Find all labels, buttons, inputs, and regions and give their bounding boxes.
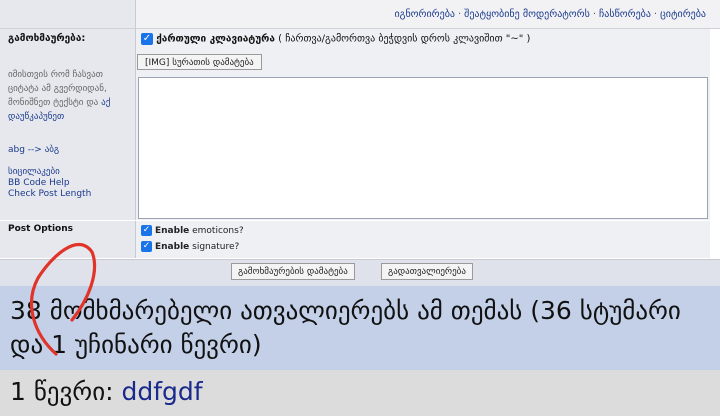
quote-hint-text: იმისთვის რომ ჩასვათ ციტატა ამ გვერდიდან,… <box>8 70 107 108</box>
ignore-link[interactable]: იგნორირება <box>394 9 455 20</box>
emoticons-checkbox[interactable]: ✓ <box>141 225 152 236</box>
insert-image-button[interactable]: [IMG] სურათის დამატება <box>137 54 262 70</box>
signature-checkbox[interactable]: ✓ <box>141 241 152 252</box>
link-separator: · <box>653 9 658 20</box>
reply-label: გამოხმაურება: <box>8 33 86 44</box>
check-post-length-link[interactable]: Check Post Length <box>8 189 91 200</box>
link-separator: · <box>592 9 597 20</box>
topbar-left-cell <box>0 0 136 28</box>
viewers-count-text: 38 მომხმარებელი ათვალიერებს ამ თემას (36… <box>10 296 681 359</box>
quote-hint: იმისთვის რომ ჩასვათ ციტატა ამ გვერდიდან,… <box>8 68 132 124</box>
submit-row <box>0 259 720 286</box>
report-moderator-link[interactable]: შეატყობინე მოდერატორს <box>464 9 590 20</box>
georgian-keyboard-label: ქართული კლავიატურა <box>156 33 275 45</box>
georgian-keyboard-checkbox[interactable]: ✓ <box>141 33 153 45</box>
georgian-keyboard-row: ✓ ქართული კლავიატურა ( ჩართვა/გამორთვა ბ… <box>141 33 530 45</box>
abg-converter-link[interactable]: abg --> აბგ <box>8 145 59 155</box>
signature-option: ✓ Enable signature? <box>141 241 239 252</box>
edit-link[interactable]: ჩასწორება <box>599 9 651 20</box>
bbcode-help-link[interactable]: BB Code Help <box>8 178 91 189</box>
post-action-links: იგნორირება · შეატყობინე მოდერატორს · ჩასწორე… <box>394 9 706 20</box>
quote-link[interactable]: ციტირება <box>660 9 706 20</box>
link-separator: · <box>457 9 462 20</box>
signature-label-bold: Enable <box>155 242 190 252</box>
members-list: 1 წევრი: ddfgdf <box>10 377 203 407</box>
members-count-label: 1 წევრი: <box>10 377 122 406</box>
post-options-label: Post Options <box>8 224 73 234</box>
emoticons-label-bold: Enable <box>155 226 190 236</box>
add-reply-button[interactable]: გამოხმაურების დამატება <box>231 263 355 280</box>
emoticons-label: emoticons? <box>189 226 244 236</box>
preview-button[interactable]: გადათვალიერება <box>381 263 473 280</box>
member-link[interactable]: ddfgdf <box>122 377 203 406</box>
help-links: სიცილაკები BB Code Help Check Post Lengt… <box>8 167 91 200</box>
georgian-keyboard-note: ( ჩართვა/გამორთვა ბეჭდვის დროს კლავიშით … <box>278 33 531 45</box>
emoticons-option: ✓ Enable emoticons? <box>141 225 244 236</box>
message-textarea[interactable] <box>138 77 708 219</box>
topbar: იგნორირება · შეატყობინე მოდერატორს · ჩასწორე… <box>0 0 720 29</box>
signature-label: signature? <box>189 242 240 252</box>
smileys-link[interactable]: სიცილაკები <box>8 167 91 178</box>
